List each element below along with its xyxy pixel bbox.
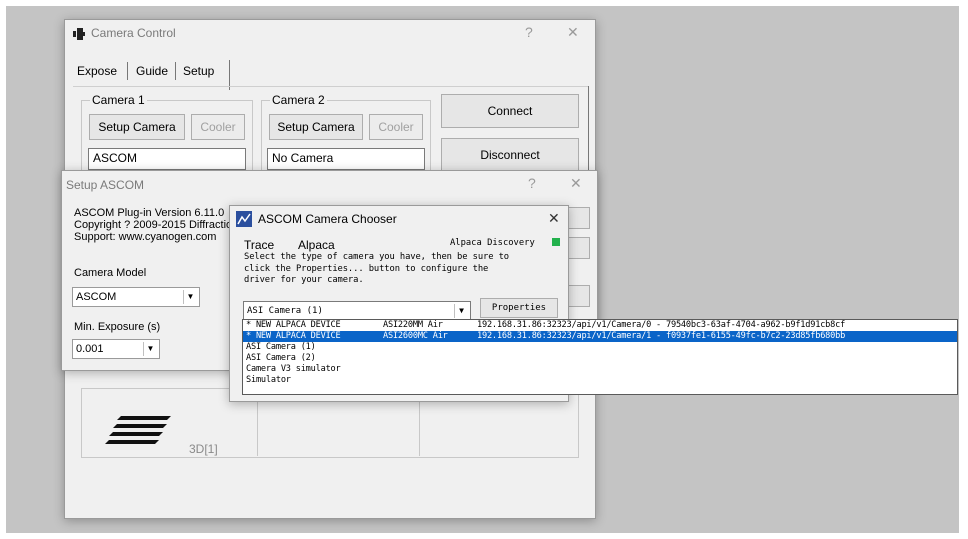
camera2-setup-button[interactable]: Setup Camera xyxy=(269,114,363,140)
plugin-version: ASCOM Plug-in Version 6.11.0 xyxy=(74,207,225,219)
min-exposure-label: Min. Exposure (s) xyxy=(74,321,161,333)
option-url: 192.168.31.86:32323/api/v1/Camera/0 - 79… xyxy=(477,320,846,330)
instruction-line: driver for your camera. xyxy=(244,275,364,285)
tab-expose[interactable]: Expose xyxy=(77,64,117,78)
camera2-value: No Camera xyxy=(267,148,425,170)
list-item[interactable]: ASI Camera (1) xyxy=(243,342,957,353)
chevron-down-icon[interactable]: ▼ xyxy=(143,342,157,356)
chooser-title: ASCOM Camera Chooser xyxy=(258,212,397,226)
instruction-line: Select the type of camera you have, then… xyxy=(244,252,510,262)
option-name: ASI Camera (2) xyxy=(246,353,316,363)
camera-model-select[interactable]: ASCOM ▼ xyxy=(72,287,200,307)
help-icon[interactable]: ? xyxy=(525,24,533,40)
tab-divider xyxy=(127,62,128,80)
close-icon[interactable]: ✕ xyxy=(567,24,579,40)
camera2-label: Camera 2 xyxy=(270,93,327,107)
help-icon[interactable]: ? xyxy=(528,175,536,191)
plugin-support: Support: www.cyanogen.com xyxy=(74,231,217,243)
camera-model-label: Camera Model xyxy=(74,267,147,279)
camera1-cooler-button[interactable]: Cooler xyxy=(191,114,245,140)
tab-guide[interactable]: Guide xyxy=(136,64,168,78)
camera1-setup-button[interactable]: Setup Camera xyxy=(89,114,185,140)
connect-button[interactable]: Connect xyxy=(441,94,579,128)
camera-control-title: Camera Control xyxy=(91,26,176,40)
list-item[interactable]: ASI Camera (2) xyxy=(243,353,957,364)
min-exposure-select[interactable]: 0.001 ▼ xyxy=(72,339,160,359)
plugin-copyright: Copyright ? 2009-2015 Diffractio xyxy=(74,219,233,231)
properties-button[interactable]: Properties xyxy=(480,298,558,318)
camera1-label: Camera 1 xyxy=(90,93,147,107)
tab-divider xyxy=(175,62,176,80)
list-item-selected[interactable]: * NEW ALPACA DEVICE ASI2600MC Air 192.16… xyxy=(243,331,957,342)
alpaca-discovery-indicator xyxy=(552,238,560,246)
min-exposure-value: 0.001 xyxy=(76,343,104,355)
hidden-button[interactable] xyxy=(566,207,590,229)
close-icon[interactable]: ✕ xyxy=(548,210,560,226)
option-name: * NEW ALPACA DEVICE xyxy=(246,320,341,330)
close-icon[interactable]: ✕ xyxy=(570,175,582,191)
preview-label: 3D[1] xyxy=(189,442,218,456)
tab-setup[interactable]: Setup xyxy=(183,64,214,78)
list-item[interactable]: Camera V3 simulator xyxy=(243,364,957,375)
stack-preview-icon xyxy=(105,416,171,444)
camera2-cooler-button[interactable]: Cooler xyxy=(369,114,423,140)
option-name: Camera V3 simulator xyxy=(246,364,341,374)
plugin-info: ASCOM Plug-in Version 6.11.0 Copyright ?… xyxy=(74,207,234,243)
list-item[interactable]: Simulator xyxy=(243,375,957,386)
list-item[interactable]: * NEW ALPACA DEVICE ASI220MM Air 192.168… xyxy=(243,320,957,331)
chooser-instructions: Select the type of camera you have, then… xyxy=(244,252,509,287)
camera-model-value: ASCOM xyxy=(76,291,117,303)
ascom-icon xyxy=(236,211,252,227)
option-name: Simulator xyxy=(246,375,291,385)
chevron-down-icon[interactable]: ▼ xyxy=(183,290,197,304)
option-name: * NEW ALPACA DEVICE xyxy=(246,331,341,341)
setup-ascom-title: Setup ASCOM xyxy=(66,178,145,192)
setup-ascom-titlebar[interactable]: Setup ASCOM ? ✕ xyxy=(62,171,597,199)
option-model: ASI220MM Air xyxy=(383,320,443,330)
camera-select[interactable]: ASI Camera (1) ▼ xyxy=(243,301,471,320)
chevron-down-icon[interactable]: ▼ xyxy=(454,304,468,318)
option-model: ASI2600MC Air xyxy=(383,331,448,341)
hidden-button[interactable] xyxy=(566,285,590,307)
app-icon xyxy=(73,28,85,40)
option-name: ASI Camera (1) xyxy=(246,342,316,352)
option-url: 192.168.31.86:32323/api/v1/Camera/1 - f0… xyxy=(477,331,846,341)
alpaca-discovery-label: Alpaca Discovery xyxy=(450,238,535,248)
chooser-titlebar[interactable]: ASCOM Camera Chooser ✕ xyxy=(230,206,568,232)
camera-select-value: ASI Camera (1) xyxy=(247,306,323,316)
menu-trace[interactable]: Trace xyxy=(244,238,274,252)
camera-dropdown-list[interactable]: * NEW ALPACA DEVICE ASI220MM Air 192.168… xyxy=(242,319,958,395)
instruction-line: click the Properties... button to config… xyxy=(244,263,489,274)
disconnect-button[interactable]: Disconnect xyxy=(441,138,579,172)
camera-control-titlebar[interactable]: Camera Control ? ✕ xyxy=(65,20,595,48)
menu-alpaca[interactable]: Alpaca xyxy=(298,238,335,252)
tab-panel xyxy=(73,86,589,87)
camera1-value: ASCOM xyxy=(88,148,246,170)
hidden-button[interactable] xyxy=(566,237,590,259)
